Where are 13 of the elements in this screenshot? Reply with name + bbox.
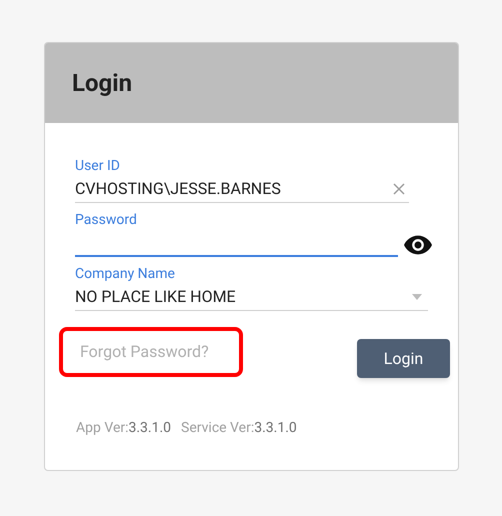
version-label: Service Ver: bbox=[181, 419, 254, 438]
field-label: User ID bbox=[75, 157, 121, 175]
eye-icon[interactable] bbox=[404, 235, 432, 255]
card-title: Login bbox=[72, 68, 132, 99]
version-label: App Ver: bbox=[76, 419, 128, 438]
clear-icon[interactable] bbox=[393, 182, 405, 194]
user-id-field[interactable]: CVHOSTING\JESSE.BARNES bbox=[75, 175, 409, 203]
login-button[interactable]: Login bbox=[357, 339, 450, 378]
field-label: Password bbox=[75, 211, 138, 229]
field-label: Company Name bbox=[75, 265, 176, 283]
version-number: 3.3.1.0 bbox=[128, 419, 172, 438]
version-number: 3.3.1.0 bbox=[254, 419, 297, 438]
company-select[interactable]: NO PLACE LIKE HOME bbox=[75, 283, 428, 311]
